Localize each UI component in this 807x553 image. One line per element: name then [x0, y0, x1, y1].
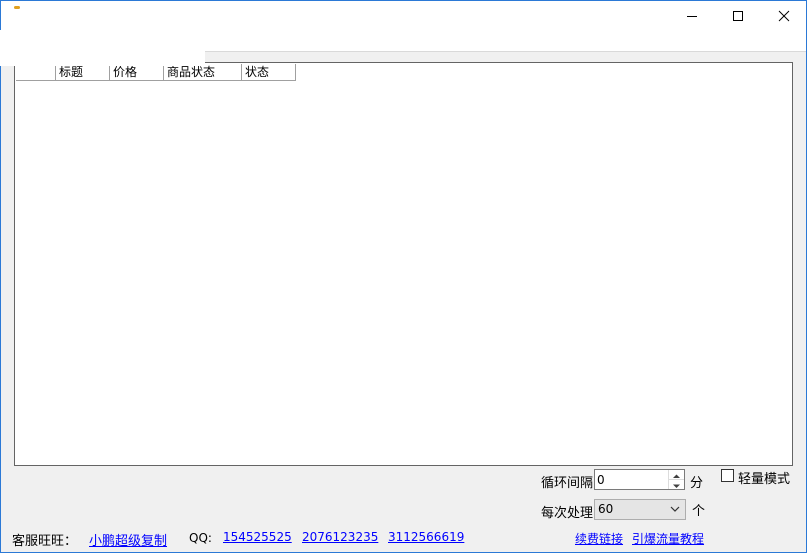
app-icon	[14, 6, 20, 9]
qq-link-3[interactable]: 3112566619	[388, 530, 464, 544]
column-header-select[interactable]	[16, 64, 56, 81]
chevron-down-icon	[670, 506, 680, 512]
column-header-product-status[interactable]: 商品状态	[164, 64, 242, 81]
interval-input[interactable]	[597, 471, 667, 488]
product-list[interactable]: 标题 价格 商品状态 状态	[14, 62, 793, 466]
column-header-status[interactable]: 状态	[242, 64, 296, 81]
column-header-title[interactable]: 标题	[56, 64, 110, 81]
maximize-button[interactable]	[715, 1, 761, 31]
interval-spinner[interactable]	[594, 469, 685, 490]
traffic-tutorial-link[interactable]: 引爆流量教程	[632, 530, 704, 547]
minimize-button[interactable]	[669, 1, 715, 31]
spin-down-button[interactable]	[669, 479, 684, 488]
renew-link[interactable]: 续费链接	[575, 530, 623, 547]
interval-label: 循环间隔	[541, 476, 594, 491]
wangwang-link[interactable]: 小鹏超级复制	[89, 530, 167, 549]
spinner-arrows	[668, 470, 684, 489]
title-bar	[1, 1, 806, 31]
qq-link-1[interactable]: 154525525	[223, 530, 292, 544]
close-button[interactable]	[761, 1, 807, 31]
minimize-icon	[687, 16, 697, 17]
wangwang-label: 客服旺旺：	[12, 534, 78, 549]
batch-select-value: 60	[598, 502, 614, 516]
close-icon	[778, 10, 790, 22]
qq-link-2[interactable]: 2076123235	[302, 530, 378, 544]
list-header: 标题 价格 商品状态 状态	[16, 64, 296, 81]
spin-up-button[interactable]	[669, 470, 684, 479]
interval-unit: 分	[690, 476, 704, 491]
batch-select[interactable]: 60	[594, 499, 686, 520]
chevron-down-icon	[673, 484, 680, 488]
maximize-icon	[733, 11, 743, 21]
column-header-price[interactable]: 价格	[110, 64, 164, 81]
qq-label: QQ:	[189, 531, 212, 545]
lite-mode-label[interactable]: 轻量模式	[738, 468, 790, 487]
menu-overlay	[0, 30, 205, 66]
batch-unit: 个	[692, 504, 706, 519]
lite-mode-checkbox[interactable]	[721, 469, 734, 482]
batch-label: 每次处理	[541, 506, 594, 521]
